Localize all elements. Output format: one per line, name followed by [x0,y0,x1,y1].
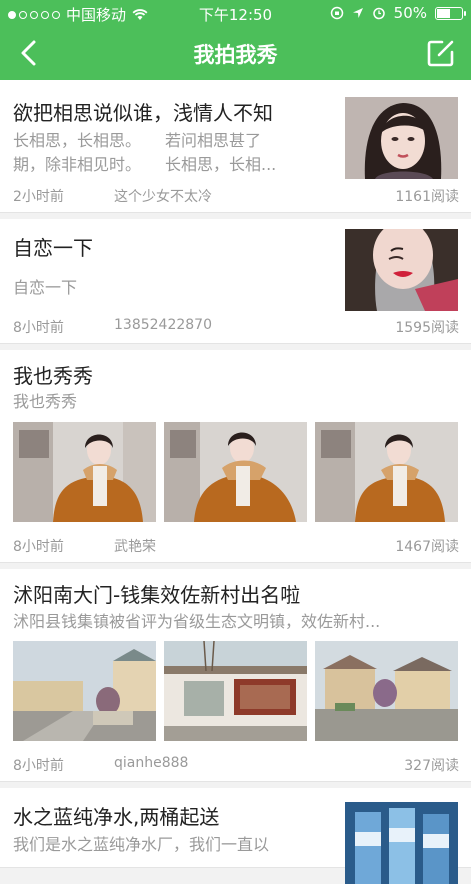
post-time: 8小时前 [13,758,64,774]
compose-icon[interactable] [425,37,457,69]
page-title: 我拍我秀 [193,43,278,67]
post-read-count: 1161阅读 [395,189,459,205]
post-meta: 8小时前 qianhe888 327阅读 [13,755,459,774]
post-summary: 长相思，长相思。 若问相思甚了 期，除非相见时。 长相思，长相... [13,131,277,174]
post-thumbnail[interactable] [345,802,458,884]
post-meta: 2小时前 这个少女不太冷 1161阅读 [13,186,459,206]
post-title: 沭阳南大门-钱集效佐新村出名啦 [13,583,301,607]
post-title: 我也秀秀 [13,364,93,388]
post-time: 8小时前 [13,539,64,555]
post-author[interactable]: 武艳荣 [114,536,156,556]
post-card[interactable]: 沭阳南大门-钱集效佐新村出名啦 沭阳县钱集镇被省评为省级生态文明镇，效佐新村..… [0,569,471,782]
post-summary: 沭阳县钱集镇被省评为省级生态文明镇，效佐新村... [13,612,381,631]
status-right: 50% [330,4,466,22]
post-card[interactable]: 自恋一下 自恋一下 8小时前 13852422870 1595阅读 [0,219,471,344]
post-title: 水之蓝纯净水,两桶起送 [13,805,220,829]
post-image[interactable] [164,641,307,741]
post-card[interactable]: 欲把相思说似谁，浅情人不知 长相思，长相思。 若问相思甚了 期，除非相见时。 长… [0,80,471,213]
post-image[interactable] [13,422,156,522]
post-thumbnail[interactable] [345,97,458,179]
post-time: 8小时前 [13,320,64,336]
battery-percent: 50% [393,4,427,22]
nav-bar: 我拍我秀 [0,26,471,80]
status-bar: 中国移动 下午12:50 50% [0,0,471,26]
post-title: 自恋一下 [13,236,93,260]
post-summary: 我也秀秀 [13,392,78,411]
post-meta: 8小时前 武艳荣 1467阅读 [13,536,459,556]
post-image[interactable] [164,422,307,522]
post-card[interactable]: 水之蓝纯净水,两桶起送 我们是水之蓝纯净水厂，我们一直以 [0,788,471,884]
post-card[interactable]: 我也秀秀 我也秀秀 8小时前 武艳荣 1467阅读 [0,350,471,563]
post-time: 2小时前 [13,189,64,205]
post-title: 欲把相思说似谁，浅情人不知 [13,101,273,125]
post-read-count: 1467阅读 [395,539,459,555]
post-author[interactable]: 这个少女不太冷 [114,186,212,206]
post-read-count: 1595阅读 [395,320,459,336]
battery-icon [435,6,466,20]
post-image[interactable] [315,422,458,522]
rotation-lock-icon [330,6,343,20]
post-read-count: 327阅读 [404,758,459,774]
post-thumbnail[interactable] [345,229,458,311]
post-meta: 8小时前 13852422870 1595阅读 [13,317,459,336]
post-author[interactable]: 13852422870 [114,317,212,333]
post-summary: 自恋一下 [13,278,78,297]
post-feed: 欲把相思说似谁，浅情人不知 长相思，长相思。 若问相思甚了 期，除非相见时。 长… [0,80,471,884]
location-icon [352,8,363,18]
post-author[interactable]: qianhe888 [114,755,188,771]
post-image[interactable] [13,641,156,741]
alarm-icon [372,7,385,20]
post-image[interactable] [315,641,458,741]
